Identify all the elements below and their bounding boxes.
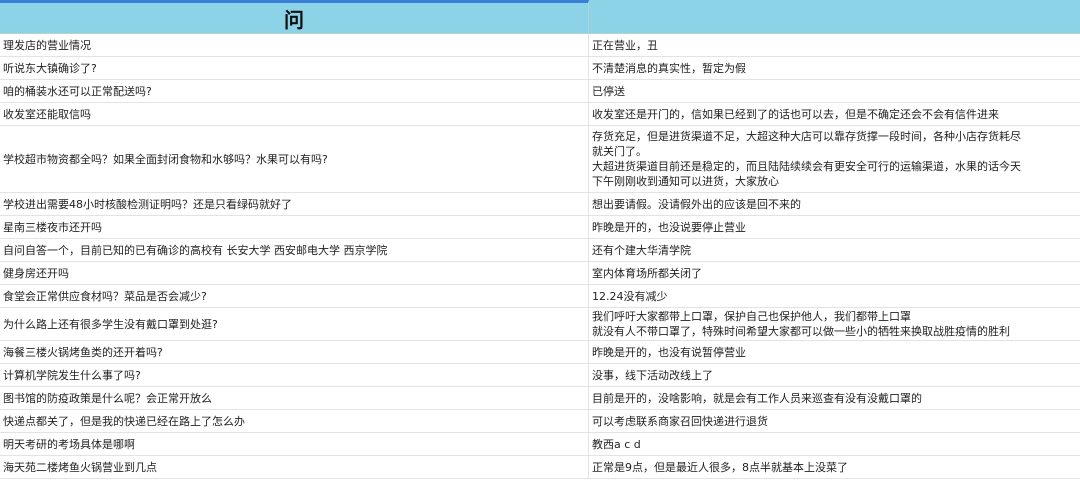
question-cell[interactable]: 学校进出需要48小时核酸检测证明吗？还是只看绿码就好了 — [0, 193, 589, 215]
table-row: 明天考研的考场具体是哪啊 教西a c d — [0, 433, 1080, 456]
table-row: 收发室还能取信吗 收发室还是开门的，信如果已经到了的话也可以去，但是不确定还会不会… — [0, 103, 1080, 126]
table-row: 咱的桶装水还可以正常配送吗? 已停送 — [0, 80, 1080, 103]
header-answer[interactable] — [589, 0, 1080, 33]
question-cell[interactable]: 听说东大镇确诊了? — [0, 57, 589, 79]
answer-cell[interactable]: 收发室还是开门的，信如果已经到了的话也可以去，但是不确定还会不会有信件进来 — [589, 103, 1080, 125]
table-row: 理发店的营业情况 正在营业，丑 — [0, 34, 1080, 57]
question-cell[interactable]: 食堂会正常供应食材吗？菜品是否会减少? — [0, 285, 589, 307]
answer-cell[interactable]: 教西a c d — [589, 433, 1080, 455]
question-cell[interactable]: 计算机学院发生什么事了吗? — [0, 364, 589, 386]
answer-cell[interactable]: 想出要请假。没请假外出的应该是回不来的 — [589, 193, 1080, 215]
answer-cell[interactable]: 12.24没有减少 — [589, 285, 1080, 307]
table-row: 听说东大镇确诊了? 不清楚消息的真实性，暂定为假 — [0, 57, 1080, 80]
header-row: 问 — [0, 0, 1080, 34]
answer-cell[interactable]: 正在营业，丑 — [589, 34, 1080, 56]
table-row: 健身房还开吗 室内体育场所都关闭了 — [0, 262, 1080, 285]
table-row: 计算机学院发生什么事了吗? 没事，线下活动改线上了 — [0, 364, 1080, 387]
answer-cell[interactable]: 我们呼吁大家都带上口罩，保护自己也保护他人，我们都带上口罩 就没有人不带口罩了，… — [589, 308, 1080, 340]
spreadsheet: 问 理发店的营业情况 正在营业，丑 听说东大镇确诊了? 不清楚消息的真实性，暂定为假咱… — [0, 0, 1080, 485]
table-row: 自问自答一个，目前已知的已有确诊的高校有 长安大学 西安邮电大学 西京学院 还有个… — [0, 239, 1080, 262]
table-row: 为什么路上还有很多学生没有戴口罩到处逛? 我们呼吁大家都带上口罩，保护自己也保护他… — [0, 308, 1080, 341]
table-row: 图书馆的防疫政策是什么呢？会正常开放么 目前是开的，没啥影响，就是会有工作人员来巡… — [0, 387, 1080, 410]
question-cell[interactable]: 快递点都关了，但是我的快递已经在路上了怎么办 — [0, 410, 589, 432]
answer-cell[interactable]: 还有个建大华清学院 — [589, 239, 1080, 261]
header-question[interactable]: 问 — [0, 0, 589, 33]
question-cell[interactable]: 海天苑二楼烤鱼火锅营业到几点 — [0, 456, 589, 478]
answer-cell[interactable]: 已停送 — [589, 80, 1080, 102]
question-cell[interactable]: 图书馆的防疫政策是什么呢？会正常开放么 — [0, 387, 589, 409]
question-cell[interactable]: 理发店的营业情况 — [0, 34, 589, 56]
table-body: 理发店的营业情况 正在营业，丑 听说东大镇确诊了? 不清楚消息的真实性，暂定为假 咱的桶… — [0, 34, 1080, 479]
question-cell[interactable]: 学校超市物资都全吗？如果全面封闭食物和水够吗？水果可以有吗? — [0, 126, 589, 192]
answer-cell[interactable]: 存货充足，但是进货渠道不足，大超这种大店可以靠存货撑一段时间，各种小店存货耗尽 … — [589, 126, 1080, 192]
question-cell[interactable]: 健身房还开吗 — [0, 262, 589, 284]
table-row: 快递点都关了，但是我的快递已经在路上了怎么办 可以考虑联系商家召回快递进行退货 — [0, 410, 1080, 433]
question-cell[interactable]: 收发室还能取信吗 — [0, 103, 589, 125]
table-row: 海天苑二楼烤鱼火锅营业到几点 正常是9点，但是最近人很多，8点半就基本上没菜了 — [0, 456, 1080, 479]
answer-cell[interactable]: 不清楚消息的真实性，暂定为假 — [589, 57, 1080, 79]
table-row: 海餐三楼火锅烤鱼类的还开着吗? 昨晚是开的，也没有说暂停营业 — [0, 341, 1080, 364]
answer-cell[interactable]: 昨晚是开的，也没说要停止营业 — [589, 216, 1080, 238]
answer-cell[interactable]: 可以考虑联系商家召回快递进行退货 — [589, 410, 1080, 432]
answer-cell[interactable]: 昨晚是开的，也没有说暂停营业 — [589, 341, 1080, 363]
table-row: 食堂会正常供应食材吗？菜品是否会减少? 12.24没有减少 — [0, 285, 1080, 308]
answer-cell[interactable]: 没事，线下活动改线上了 — [589, 364, 1080, 386]
question-cell[interactable]: 咱的桶装水还可以正常配送吗? — [0, 80, 589, 102]
question-cell[interactable]: 海餐三楼火锅烤鱼类的还开着吗? — [0, 341, 589, 363]
question-cell[interactable]: 自问自答一个，目前已知的已有确诊的高校有 长安大学 西安邮电大学 西京学院 — [0, 239, 589, 261]
table-row: 星南三楼夜市还开吗 昨晚是开的，也没说要停止营业 — [0, 216, 1080, 239]
question-cell[interactable]: 明天考研的考场具体是哪啊 — [0, 433, 589, 455]
question-cell[interactable]: 为什么路上还有很多学生没有戴口罩到处逛? — [0, 308, 589, 340]
answer-cell[interactable]: 室内体育场所都关闭了 — [589, 262, 1080, 284]
table-row: 学校进出需要48小时核酸检测证明吗？还是只看绿码就好了 想出要请假。没请假外出的应… — [0, 193, 1080, 216]
table-row: 学校超市物资都全吗？如果全面封闭食物和水够吗？水果可以有吗? 存货充足，但是进货渠… — [0, 126, 1080, 193]
question-cell[interactable]: 星南三楼夜市还开吗 — [0, 216, 589, 238]
answer-cell[interactable]: 目前是开的，没啥影响，就是会有工作人员来巡查有没有没戴口罩的 — [589, 387, 1080, 409]
answer-cell[interactable]: 正常是9点，但是最近人很多，8点半就基本上没菜了 — [589, 456, 1080, 478]
